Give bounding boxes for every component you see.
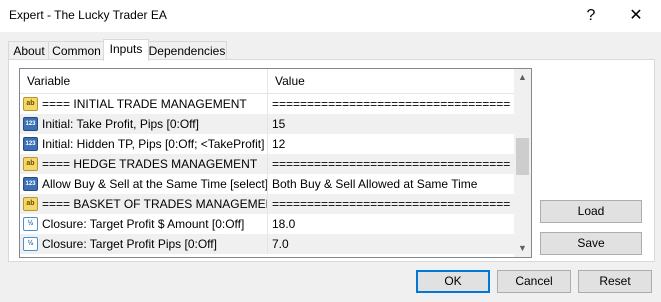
tab-about[interactable]: About	[8, 41, 50, 60]
table-row[interactable]: ab ==== BASKET OF TRADES MANAGEMENT ====…	[20, 194, 514, 214]
variable-cell: 123 Initial: Take Profit, Pips [0:Off]	[20, 114, 267, 134]
variable-name: Closure: Target Profit $ Amount [0:Off]	[42, 217, 245, 231]
table-row[interactable]: ab ==== HEDGE TRADES MANAGEMENT ========…	[20, 154, 514, 174]
string-icon: ab	[23, 197, 38, 211]
tab-inputs[interactable]: Inputs	[103, 39, 149, 61]
column-header-value[interactable]: Value	[268, 69, 305, 93]
variable-name: Initial: Hidden TP, Pips [0:Off; <TakePr…	[42, 137, 265, 151]
value-cell[interactable]: 7.0	[268, 234, 514, 254]
cancel-button[interactable]: Cancel	[497, 270, 571, 293]
ok-button[interactable]: OK	[416, 270, 490, 293]
variable-cell: ab ==== BASKET OF TRADES MANAGEMENT	[20, 194, 267, 214]
close-button[interactable]: ✕	[614, 0, 658, 32]
value-cell[interactable]: ==================================	[268, 194, 514, 214]
tab-dependencies[interactable]: Dependencies	[147, 41, 227, 60]
table-row[interactable]: 123 Initial: Take Profit, Pips [0:Off] 1…	[20, 114, 514, 134]
tab-common[interactable]: Common	[48, 41, 105, 60]
double-icon: ½	[23, 237, 38, 251]
variable-value: Both Buy & Sell Allowed at Same Time	[272, 177, 478, 191]
table-row[interactable]: 123 Allow Buy & Sell at the Same Time [s…	[20, 174, 514, 194]
value-cell[interactable]: 18.0	[268, 214, 514, 234]
string-icon: ab	[23, 97, 38, 111]
integer-icon: 123	[23, 137, 38, 151]
variable-cell: 123 Initial: Hidden TP, Pips [0:Off; <Ta…	[20, 134, 267, 154]
scroll-up-arrow-icon[interactable]: ▲	[514, 69, 531, 86]
variable-cell: ½ Closure: Target Profit $ Amount [0:Off…	[20, 214, 267, 234]
string-icon: ab	[23, 157, 38, 171]
variable-value: 18.0	[272, 217, 296, 231]
window-title: Expert - The Lucky Trader EA	[9, 8, 167, 22]
value-cell[interactable]: ==================================	[268, 154, 514, 174]
variable-value: ==================================	[272, 157, 511, 171]
expert-dialog: Expert - The Lucky Trader EA ? ✕ About C…	[0, 0, 661, 302]
variable-cell: ½ Closure: Target Profit Pips [0:Off]	[20, 234, 267, 254]
variable-name: ==== BASKET OF TRADES MANAGEMENT	[42, 197, 267, 211]
table-row[interactable]: ½ Closure: Target Profit Pips [0:Off] 7.…	[20, 234, 514, 254]
variable-cell: ab ==== INITIAL TRADE MANAGEMENT	[20, 94, 267, 114]
variable-value: ==================================	[272, 97, 511, 111]
enum-icon: 123	[23, 177, 38, 191]
save-button[interactable]: Save	[540, 232, 642, 255]
load-button[interactable]: Load	[540, 200, 642, 223]
value-cell[interactable]: ==================================	[268, 94, 514, 114]
variable-value: ==================================	[272, 197, 511, 211]
scroll-down-arrow-icon[interactable]: ▼	[514, 240, 531, 257]
variable-name: Allow Buy & Sell at the Same Time [selec…	[42, 177, 267, 191]
variable-name: ==== HEDGE TRADES MANAGEMENT	[42, 157, 258, 171]
reset-button[interactable]: Reset	[578, 270, 652, 293]
variable-value: 12	[272, 137, 286, 151]
integer-icon: 123	[23, 117, 38, 131]
value-cell[interactable]: 15	[268, 114, 514, 134]
table-row[interactable]: 123 Initial: Hidden TP, Pips [0:Off; <Ta…	[20, 134, 514, 154]
vertical-scrollbar[interactable]: ▲ ▼	[514, 69, 531, 257]
help-button[interactable]: ?	[569, 0, 613, 32]
variable-cell: ab ==== HEDGE TRADES MANAGEMENT	[20, 154, 267, 174]
grid-header: Variable Value	[20, 69, 514, 94]
variable-value: 15	[272, 117, 286, 131]
variable-cell: 123 Allow Buy & Sell at the Same Time [s…	[20, 174, 267, 194]
scrollbar-thumb[interactable]	[516, 138, 529, 175]
inputs-grid: Variable Value ab ==== INITIAL TRADE MAN…	[19, 68, 532, 258]
value-cell[interactable]: 12	[268, 134, 514, 154]
double-icon: ½	[23, 217, 38, 231]
table-row[interactable]: ab ==== INITIAL TRADE MANAGEMENT =======…	[20, 94, 514, 114]
variable-name: Closure: Target Profit Pips [0:Off]	[42, 237, 217, 251]
title-bar: Expert - The Lucky Trader EA ? ✕	[0, 0, 661, 32]
variable-name: Initial: Take Profit, Pips [0:Off]	[42, 117, 199, 131]
variable-name: ==== INITIAL TRADE MANAGEMENT	[42, 97, 247, 111]
variable-value: 7.0	[272, 237, 289, 251]
column-header-variable[interactable]: Variable	[20, 69, 70, 93]
value-cell[interactable]: Both Buy & Sell Allowed at Same Time	[268, 174, 514, 194]
table-row[interactable]: ½ Closure: Target Profit $ Amount [0:Off…	[20, 214, 514, 234]
